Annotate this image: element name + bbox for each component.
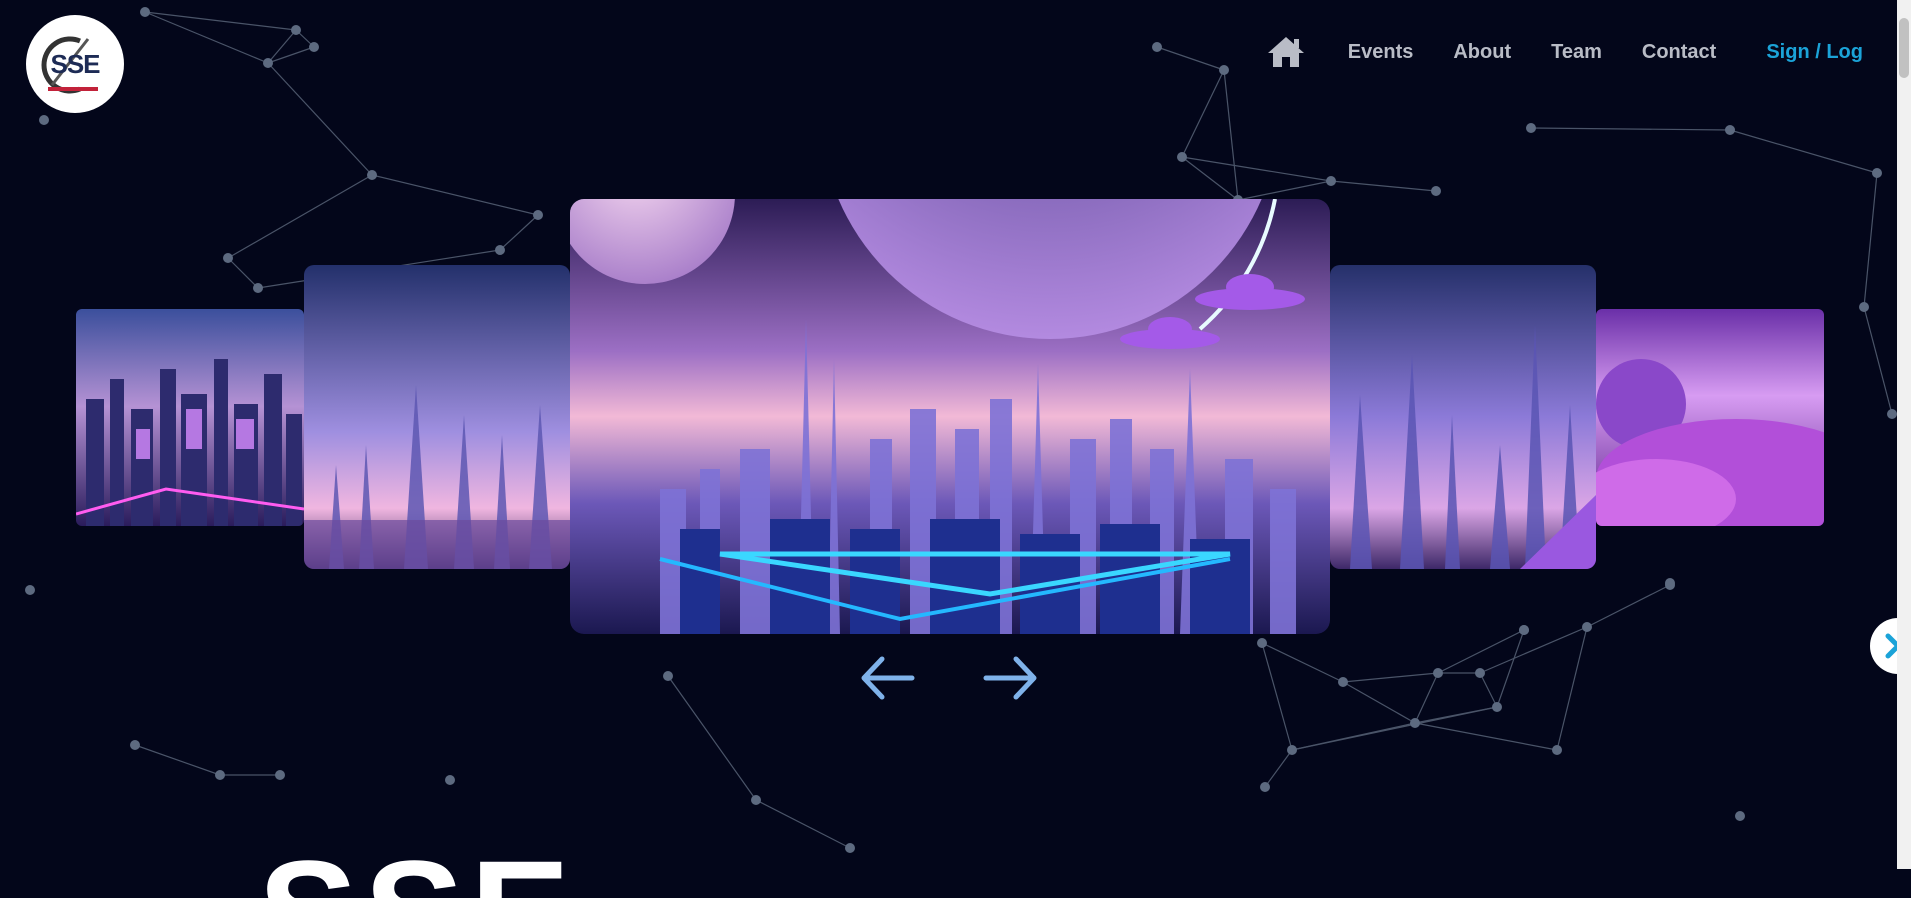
network-node — [1735, 811, 1745, 821]
network-link — [267, 62, 373, 176]
carousel-slide-1[interactable] — [76, 309, 304, 526]
network-node — [751, 795, 761, 805]
network-node — [1410, 718, 1420, 728]
network-link — [1291, 706, 1498, 751]
network-link — [1237, 180, 1332, 201]
network-node — [1433, 668, 1443, 678]
network-node — [263, 58, 273, 68]
nav-events[interactable]: Events — [1348, 41, 1414, 64]
network-node — [291, 25, 301, 35]
scrollbar-thumb[interactable] — [1899, 18, 1909, 78]
network-node — [1287, 745, 1297, 755]
network-node — [223, 253, 233, 263]
network-node — [130, 740, 140, 750]
network-link — [227, 174, 373, 259]
top-navigation: Events About Team Contact Sign / Log — [1266, 32, 1911, 72]
network-link — [1729, 129, 1878, 174]
network-link — [227, 257, 259, 289]
network-node — [1257, 638, 1267, 648]
network-node — [39, 115, 49, 125]
network-link — [371, 174, 539, 216]
nav-about[interactable]: About — [1453, 41, 1511, 64]
logo-text: SSE — [50, 48, 100, 79]
network-node — [1338, 677, 1348, 687]
network-node — [1475, 668, 1485, 678]
scrollbar[interactable] — [1897, 0, 1911, 869]
home-icon[interactable] — [1266, 35, 1306, 69]
network-node — [367, 170, 377, 180]
network-node — [1519, 625, 1529, 635]
sign-in-link[interactable]: Sign / Log — [1766, 41, 1863, 64]
network-node — [495, 245, 505, 255]
hero-heading: SSE — [258, 838, 576, 898]
network-link — [1261, 642, 1344, 683]
network-link — [1264, 749, 1293, 788]
carousel-slide-active[interactable] — [570, 199, 1330, 634]
logo[interactable]: SSE — [26, 15, 124, 113]
network-node — [845, 843, 855, 853]
network-node — [1725, 125, 1735, 135]
carousel-slide-2[interactable] — [304, 265, 570, 569]
network-link — [1479, 672, 1498, 708]
network-link — [1342, 681, 1416, 724]
network-link — [1181, 156, 1332, 182]
network-link — [1863, 172, 1878, 308]
network-node — [140, 7, 150, 17]
network-node — [1431, 186, 1441, 196]
network-link — [134, 744, 221, 776]
network-link — [1414, 672, 1439, 724]
network-link — [1181, 69, 1225, 158]
network-link — [1479, 626, 1588, 674]
network-link — [1330, 180, 1437, 192]
network-node — [1260, 782, 1270, 792]
network-link — [499, 214, 539, 251]
network-node — [1526, 123, 1536, 133]
network-node — [309, 42, 319, 52]
network-link — [1414, 722, 1558, 751]
network-node — [1492, 702, 1502, 712]
network-node — [1326, 176, 1336, 186]
network-link — [1586, 584, 1671, 628]
network-node — [1152, 42, 1162, 52]
nav-contact[interactable]: Contact — [1642, 41, 1716, 64]
network-node — [1219, 65, 1229, 75]
carousel-slide-5[interactable] — [1596, 309, 1824, 526]
arrow-left-icon[interactable] — [858, 653, 916, 703]
network-link — [667, 675, 757, 801]
network-node — [215, 770, 225, 780]
carousel-slide-4[interactable] — [1330, 265, 1596, 569]
network-link — [1863, 306, 1893, 415]
network-node — [25, 585, 35, 595]
network-node — [1859, 302, 1869, 312]
network-node — [1582, 622, 1592, 632]
network-node — [275, 770, 285, 780]
network-node — [1872, 168, 1882, 178]
network-node — [663, 671, 673, 681]
network-node — [253, 283, 263, 293]
network-link — [1530, 127, 1731, 131]
nav-team[interactable]: Team — [1551, 41, 1602, 64]
network-link — [1223, 69, 1239, 201]
network-link — [1261, 642, 1293, 751]
network-node — [1665, 578, 1675, 588]
arrow-right-icon[interactable] — [982, 653, 1040, 703]
network-link — [1181, 156, 1239, 201]
network-node — [1177, 152, 1187, 162]
network-node — [1887, 409, 1897, 419]
network-link — [1342, 672, 1439, 683]
network-node — [1552, 745, 1562, 755]
network-link — [755, 799, 851, 849]
network-node — [533, 210, 543, 220]
network-node — [445, 775, 455, 785]
network-link — [1156, 46, 1225, 71]
network-link — [1556, 626, 1588, 751]
